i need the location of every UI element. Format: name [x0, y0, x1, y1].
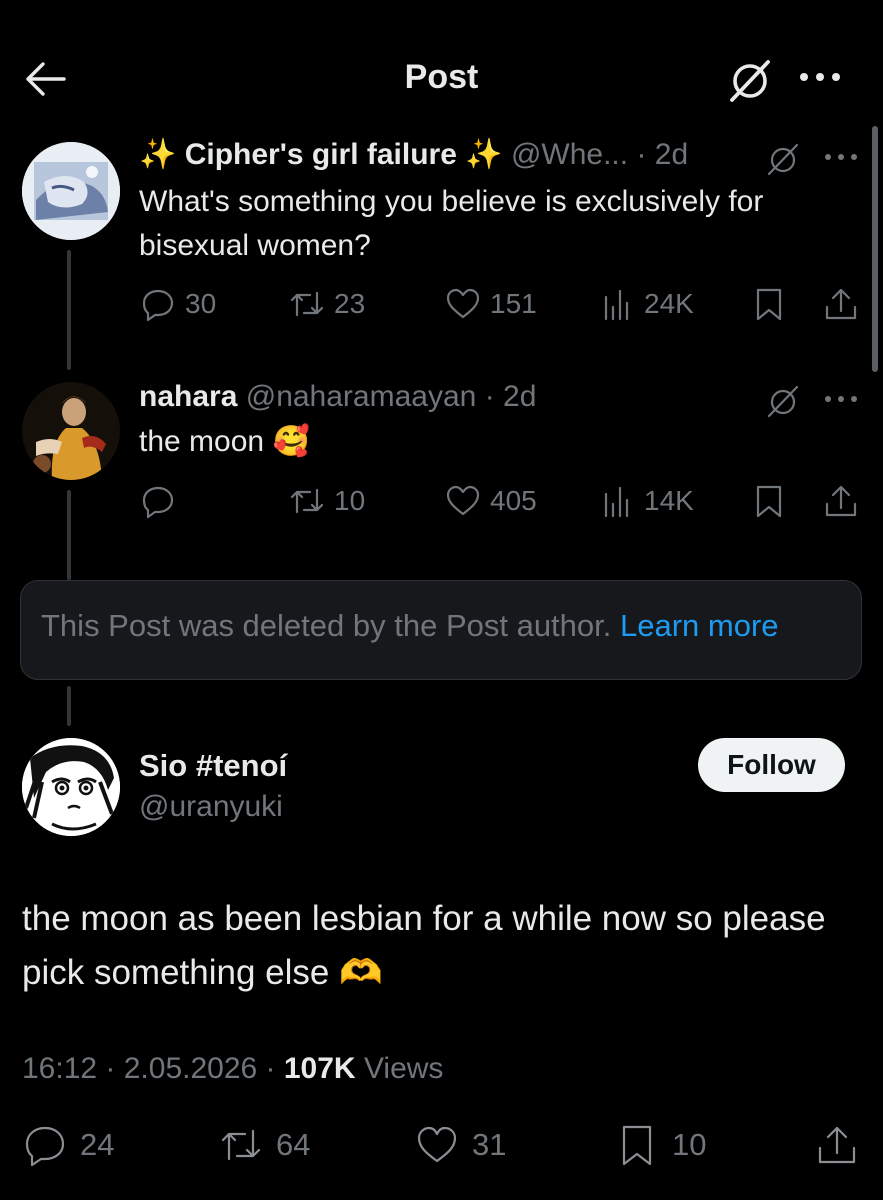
like-count: 31 — [472, 1127, 507, 1162]
display-name[interactable]: nahara — [139, 380, 237, 413]
tweet-header: ✨ Cipher's girl failure ✨ @Whe... · 2d — [139, 138, 688, 172]
like-button[interactable]: 151 — [444, 285, 537, 323]
like-button[interactable]: 31 — [414, 1122, 506, 1168]
tweet-text: What's something you believe is exclusiv… — [139, 185, 764, 262]
deleted-message: This Post was deleted by the Post author… — [41, 608, 612, 643]
bookmark-icon — [622, 1125, 652, 1166]
thread-line — [67, 250, 71, 370]
avatar[interactable] — [22, 142, 120, 240]
scrollbar[interactable] — [872, 126, 878, 372]
reply-icon — [142, 289, 174, 322]
bookmark-icon — [756, 485, 782, 518]
bookmark-count: 10 — [672, 1127, 707, 1162]
bookmark-button[interactable]: 10 — [614, 1122, 706, 1168]
post-text: the moon as been lesbian for a while now… — [22, 892, 862, 1000]
repost-count: 64 — [276, 1127, 311, 1162]
views-count: 107K — [283, 1052, 356, 1085]
follow-button[interactable]: Follow — [698, 738, 845, 792]
avatar[interactable] — [22, 382, 120, 480]
deleted-post-text: This Post was deleted by the Post author… — [41, 608, 779, 644]
avatar[interactable] — [22, 738, 120, 836]
views-count: 24K — [644, 288, 694, 319]
learn-more-link[interactable]: Learn more — [620, 608, 779, 643]
share-button[interactable] — [822, 482, 860, 520]
grok-icon[interactable] — [764, 382, 802, 420]
more-options-icon[interactable] — [796, 66, 844, 88]
timestamp[interactable]: · 2d — [485, 380, 537, 413]
repost-icon — [221, 1129, 261, 1161]
share-button[interactable] — [814, 1122, 860, 1168]
views-icon — [604, 289, 629, 321]
grok-icon[interactable] — [726, 56, 774, 104]
timestamp[interactable]: · 2d — [636, 138, 688, 171]
repost-count: 10 — [334, 485, 366, 516]
share-button[interactable] — [822, 285, 860, 323]
repost-button[interactable]: 64 — [218, 1122, 310, 1168]
tweet-text-content: the moon — [139, 425, 265, 458]
share-icon — [818, 1126, 856, 1164]
bookmark-icon — [756, 288, 782, 321]
heart-icon — [446, 288, 480, 319]
views-button[interactable]: 24K — [598, 285, 694, 323]
thread-line — [67, 686, 71, 726]
more-options-icon[interactable] — [822, 392, 860, 406]
post-timestamp[interactable]: 16:12 · 2.05.2026 · — [22, 1052, 276, 1085]
repost-button[interactable]: 10 — [288, 482, 365, 520]
reply-button[interactable]: 24 — [22, 1122, 114, 1168]
bookmark-button[interactable] — [750, 482, 788, 520]
post-meta: 16:12 · 2.05.2026 · 107K Views — [22, 1052, 443, 1086]
repost-button[interactable]: 23 — [288, 285, 365, 323]
bookmark-button[interactable] — [750, 285, 788, 323]
share-icon — [825, 485, 857, 517]
views-button[interactable]: 14K — [598, 482, 694, 520]
repost-icon — [290, 488, 324, 514]
display-name[interactable]: Cipher's girl failure — [185, 138, 457, 171]
handle[interactable]: @Whe... — [511, 138, 628, 171]
handle[interactable]: @uranyuki — [139, 790, 283, 824]
reply-count: 24 — [80, 1127, 115, 1162]
tweet-text: the moon 🥰 — [139, 420, 859, 464]
views-icon — [604, 486, 629, 518]
heart-icon — [446, 485, 480, 516]
reply-button[interactable] — [139, 482, 185, 520]
heart-hands-emoji: 🫶 — [339, 953, 383, 992]
sparkle-emoji: ✨ — [465, 138, 503, 171]
reply-count: 30 — [185, 288, 217, 319]
smiling-hearts-emoji: 🥰 — [272, 425, 310, 458]
reply-button[interactable]: 30 — [139, 285, 216, 323]
share-icon — [825, 288, 857, 320]
handle[interactable]: @naharamaayan — [246, 380, 477, 413]
display-name[interactable]: Sio #tenoí — [139, 748, 287, 784]
repost-icon — [290, 291, 324, 317]
sparkle-emoji: ✨ — [139, 138, 177, 171]
reply-icon — [25, 1126, 65, 1167]
like-button[interactable]: 405 — [444, 482, 537, 520]
thread-line — [67, 490, 71, 580]
views-count: 14K — [644, 485, 694, 516]
like-count: 405 — [490, 485, 537, 516]
more-options-icon[interactable] — [822, 150, 860, 164]
repost-count: 23 — [334, 288, 366, 319]
post-text-content: the moon as been lesbian for a while now… — [22, 899, 826, 992]
like-count: 151 — [490, 288, 537, 319]
views-label: Views — [363, 1052, 444, 1085]
grok-icon[interactable] — [764, 140, 802, 178]
tweet-header: nahara @naharamaayan · 2d — [139, 380, 536, 414]
reply-icon — [142, 486, 174, 519]
heart-icon — [417, 1126, 457, 1163]
